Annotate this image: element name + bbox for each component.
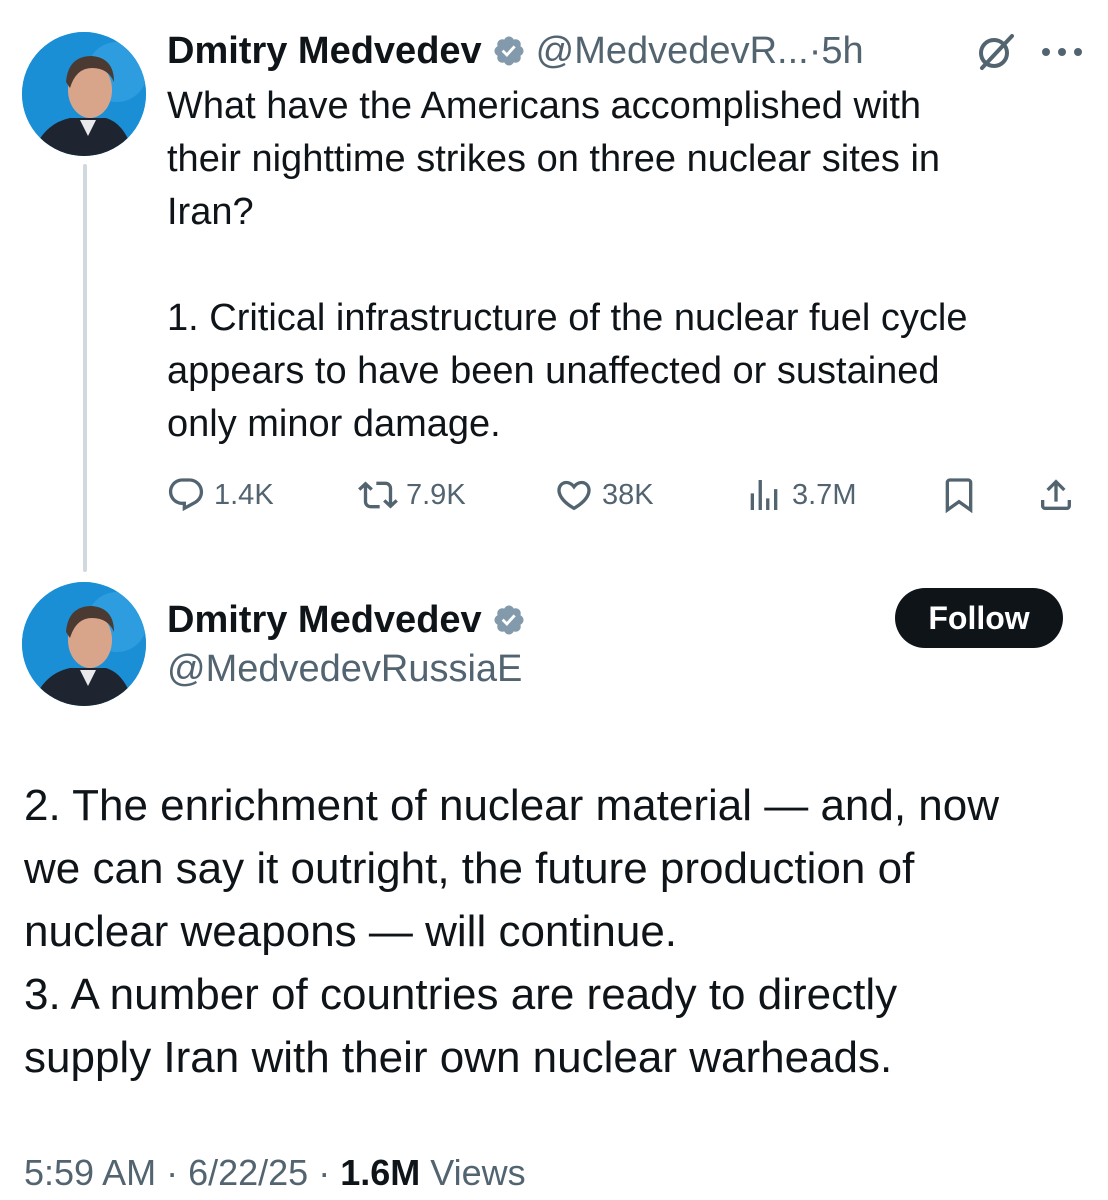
tweet1-text-line: their nighttime strikes on three nuclear…	[167, 138, 941, 180]
tweet1-text-line: 1. Critical infrastructure of the nuclea…	[167, 297, 968, 339]
avatar[interactable]	[22, 582, 146, 706]
like-icon	[557, 480, 591, 511]
verified-badge-icon	[494, 605, 524, 635]
like-count: 38K	[602, 478, 654, 511]
repost-icon	[358, 481, 398, 509]
share-button[interactable]	[1036, 470, 1076, 520]
tweet-meta: 5:59 AM · 6/22/25 · 1.6M Views	[24, 1152, 526, 1194]
views-button[interactable]: 3.7M	[744, 470, 856, 520]
tweet1-text-line: What have the Americans accomplished wit…	[167, 85, 922, 127]
views-total: 1.6M	[340, 1152, 421, 1193]
tweet2-text: 2. The enrichment of nuclear material — …	[24, 774, 1084, 1089]
reply-count: 1.4K	[214, 478, 274, 511]
author-name[interactable]: Dmitry Medvedev	[167, 30, 482, 73]
avatar-photo	[22, 582, 146, 706]
post-time[interactable]: 5:59 AM	[24, 1152, 156, 1193]
tweet1-header: Dmitry Medvedev @MedvedevR... · 5h	[167, 26, 864, 76]
thread-line	[83, 164, 87, 572]
author-name[interactable]: Dmitry Medvedev	[167, 599, 482, 642]
repost-button[interactable]: 7.9K	[358, 470, 466, 520]
separator-dot: ·	[308, 1152, 341, 1193]
views-count: 3.7M	[792, 478, 857, 511]
tweet1-text-line: Iran?	[167, 191, 254, 233]
reply-icon	[168, 478, 204, 512]
views-label: Views	[420, 1152, 526, 1193]
tweet2-text-line: supply Iran with their own nuclear warhe…	[24, 1033, 893, 1082]
tweet2-text-line: 2. The enrichment of nuclear material — …	[24, 781, 1000, 830]
tweet1-text-line: only minor damage.	[167, 403, 501, 445]
bookmark-button[interactable]	[939, 470, 979, 520]
avatar[interactable]	[22, 32, 146, 156]
author-handle[interactable]: @MedvedevRussiaE	[167, 648, 522, 691]
tweet2-text-line: 3. A number of countries are ready to di…	[24, 970, 898, 1019]
reply-button[interactable]: 1.4K	[166, 470, 274, 520]
more-icon[interactable]	[1040, 46, 1084, 58]
tweet2-text-line: we can say it outright, the future produ…	[24, 844, 915, 893]
follow-button[interactable]: Follow	[895, 588, 1063, 648]
avatar-photo	[22, 32, 146, 156]
grok-icon[interactable]	[974, 32, 1018, 72]
tweet2-text-line: nuclear weapons — will continue.	[24, 907, 678, 956]
tweet1-text-line: appears to have been unaffected or susta…	[167, 350, 940, 392]
tweet2-author-row: Dmitry Medvedev	[167, 594, 526, 646]
separator-dot: ·	[156, 1152, 189, 1193]
tweet1-action-bar: 1.4K 7.9K 38K 3.7M	[166, 470, 1082, 520]
views-icon	[750, 480, 778, 510]
verified-badge-icon	[494, 36, 524, 66]
tweet1-text: What have the Americans accomplished wit…	[167, 80, 1067, 451]
author-handle[interactable]: @MedvedevR...	[536, 30, 809, 73]
bookmark-icon	[945, 478, 973, 514]
repost-count: 7.9K	[406, 478, 466, 511]
tweet-time[interactable]: 5h	[821, 30, 863, 73]
like-button[interactable]: 38K	[554, 470, 654, 520]
share-icon	[1041, 479, 1071, 510]
post-date[interactable]: 6/22/25	[188, 1152, 308, 1193]
separator-dot: ·	[808, 29, 822, 72]
